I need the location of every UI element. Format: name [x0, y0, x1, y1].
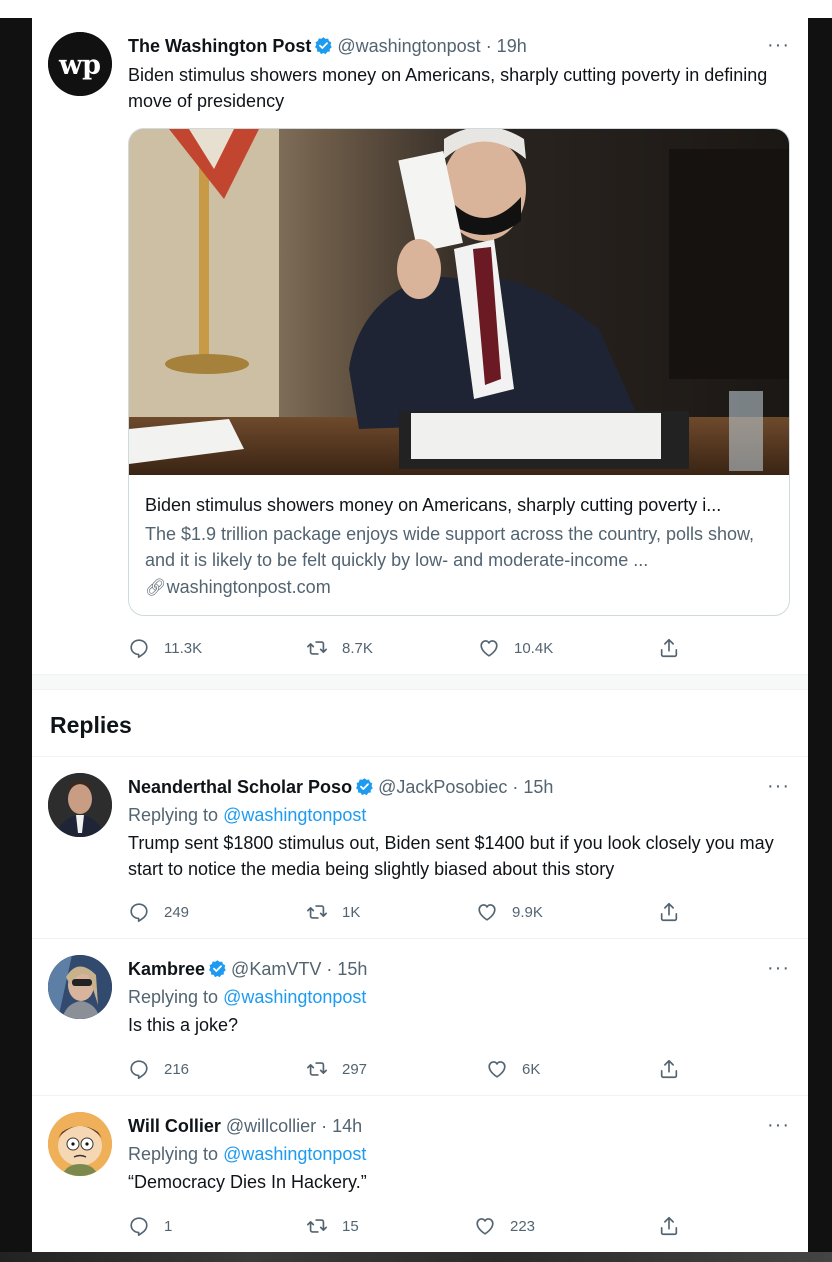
retweet-count: 8.7K	[342, 639, 373, 657]
retweet-icon	[306, 1058, 328, 1080]
retweet-icon	[306, 637, 328, 659]
reply-actions: 1 15 223	[128, 1214, 688, 1238]
share-icon	[658, 1215, 680, 1237]
more-options-icon[interactable]: ···	[767, 776, 790, 796]
retweet-count: 297	[342, 1060, 368, 1078]
verified-badge-icon	[355, 777, 374, 796]
user-avatar[interactable]	[48, 955, 112, 1019]
reply-button[interactable]: 216	[128, 1057, 189, 1081]
tweet-text: Trump sent $1800 stimulus out, Biden sen…	[128, 833, 774, 879]
heart-icon	[474, 1215, 496, 1237]
main-tweet-actions: 11.3K 8.7K 10.4K	[128, 636, 688, 660]
share-icon	[658, 1058, 680, 1080]
retweet-button[interactable]: 8.7K	[306, 636, 373, 660]
handle-and-time[interactable]: @JackPosobiec · 15h	[378, 777, 553, 797]
replies-heading: Replies	[50, 712, 132, 738]
like-button[interactable]: 223	[474, 1214, 535, 1238]
like-count: 223	[510, 1217, 536, 1235]
top-bar	[0, 0, 832, 18]
svg-text:wp: wp	[58, 50, 101, 81]
card-title[interactable]: Biden stimulus showers money on American…	[145, 493, 775, 517]
like-count: 10.4K	[514, 639, 554, 657]
like-button[interactable]: 10.4K	[478, 636, 553, 660]
user-avatar[interactable]	[48, 773, 112, 837]
share-icon	[658, 637, 680, 659]
verified-badge-icon	[314, 36, 333, 55]
right-margin	[808, 18, 832, 1254]
reply-tweet[interactable]: Will Collier @willcollier · 14h ··· Repl…	[32, 1096, 808, 1252]
replying-to-line: Replying to @washingtonpost	[128, 1142, 366, 1166]
article-photo[interactable]	[129, 129, 789, 475]
reply-tweet[interactable]: Kambree @KamVTV · 15h ··· Replying to @wa…	[32, 939, 808, 1095]
washington-post-avatar[interactable]: wp	[48, 32, 112, 96]
replying-to-link[interactable]: @washingtonpost	[223, 805, 366, 825]
heart-icon	[476, 901, 498, 923]
author-name[interactable]: Neanderthal Scholar Poso	[128, 777, 352, 797]
handle-and-time[interactable]: @washingtonpost · 19h	[337, 36, 526, 56]
bottom-strip	[0, 1252, 832, 1262]
replying-to-line: Replying to @washingtonpost	[128, 803, 366, 827]
reply-count: 11.3K	[164, 639, 203, 657]
reply-button[interactable]: 1	[128, 1214, 172, 1238]
link-icon: 🔗︎	[145, 578, 167, 597]
share-button[interactable]	[658, 1057, 694, 1081]
replying-prefix: Replying to	[128, 1144, 219, 1164]
share-button[interactable]	[658, 900, 694, 924]
share-icon	[658, 901, 680, 923]
reply-count: 1	[164, 1217, 173, 1235]
left-margin	[0, 18, 32, 1254]
like-button[interactable]: 9.9K	[476, 900, 543, 924]
retweet-count: 15	[342, 1217, 359, 1235]
tweet-thread-panel: wp The Washington Post @washingtonpost · …	[32, 18, 808, 1252]
replying-prefix: Replying to	[128, 805, 219, 825]
reply-count: 216	[164, 1060, 190, 1078]
heart-icon	[478, 637, 500, 659]
like-count: 9.9K	[512, 903, 543, 921]
reply-tweet[interactable]: Neanderthal Scholar Poso @JackPosobiec · …	[32, 757, 808, 939]
retweet-icon	[306, 901, 328, 923]
share-button[interactable]	[658, 636, 694, 660]
reply-actions: 216 297 6K	[128, 1057, 688, 1081]
share-button[interactable]	[658, 1214, 694, 1238]
reply-count: 249	[164, 903, 190, 921]
reply-icon	[128, 1058, 150, 1080]
replying-prefix: Replying to	[128, 987, 219, 1007]
reply-icon	[128, 1215, 150, 1237]
more-options-icon[interactable]: ···	[767, 1115, 790, 1135]
handle-and-time[interactable]: @KamVTV · 15h	[231, 959, 367, 979]
heart-icon	[486, 1058, 508, 1080]
section-separator	[32, 674, 808, 690]
card-domain-text: washingtonpost.com	[166, 577, 331, 597]
retweet-count: 1K	[342, 903, 361, 921]
link-preview-card[interactable]: Biden stimulus showers money on American…	[128, 128, 790, 616]
retweet-button[interactable]: 297	[306, 1057, 367, 1081]
reply-icon	[128, 901, 150, 923]
handle-and-time[interactable]: @willcollier · 14h	[226, 1116, 362, 1136]
author-name[interactable]: The Washington Post	[128, 36, 311, 56]
tweet-text: Is this a joke?	[128, 1015, 239, 1035]
author-name[interactable]: Will Collier	[128, 1116, 221, 1136]
reply-icon	[128, 637, 150, 659]
author-name[interactable]: Kambree	[128, 959, 205, 979]
verified-badge-icon	[208, 959, 227, 978]
retweet-button[interactable]: 1K	[306, 900, 360, 924]
retweet-icon	[306, 1215, 328, 1237]
reply-button[interactable]: 11.3K	[128, 636, 202, 660]
replying-to-link[interactable]: @washingtonpost	[223, 1144, 366, 1164]
more-options-icon[interactable]: ···	[767, 35, 790, 55]
more-options-icon[interactable]: ···	[767, 958, 790, 978]
retweet-button[interactable]: 15	[306, 1214, 359, 1238]
replying-to-link[interactable]: @washingtonpost	[223, 987, 366, 1007]
like-button[interactable]: 6K	[486, 1057, 540, 1081]
card-domain[interactable]: 🔗︎washingtonpost.com	[145, 575, 331, 600]
like-count: 6K	[522, 1060, 541, 1078]
card-description: The $1.9 trillion package enjoys wide su…	[145, 524, 754, 570]
tweet-text: “Democracy Dies In Hackery.”	[128, 1172, 367, 1192]
main-tweet[interactable]: wp The Washington Post @washingtonpost · …	[32, 18, 808, 674]
reply-button[interactable]: 249	[128, 900, 189, 924]
user-avatar[interactable]	[48, 1112, 112, 1176]
reply-actions: 249 1K 9.9K	[128, 900, 688, 924]
replying-to-line: Replying to @washingtonpost	[128, 985, 366, 1009]
tweet-text: Biden stimulus showers money on American…	[128, 65, 768, 111]
